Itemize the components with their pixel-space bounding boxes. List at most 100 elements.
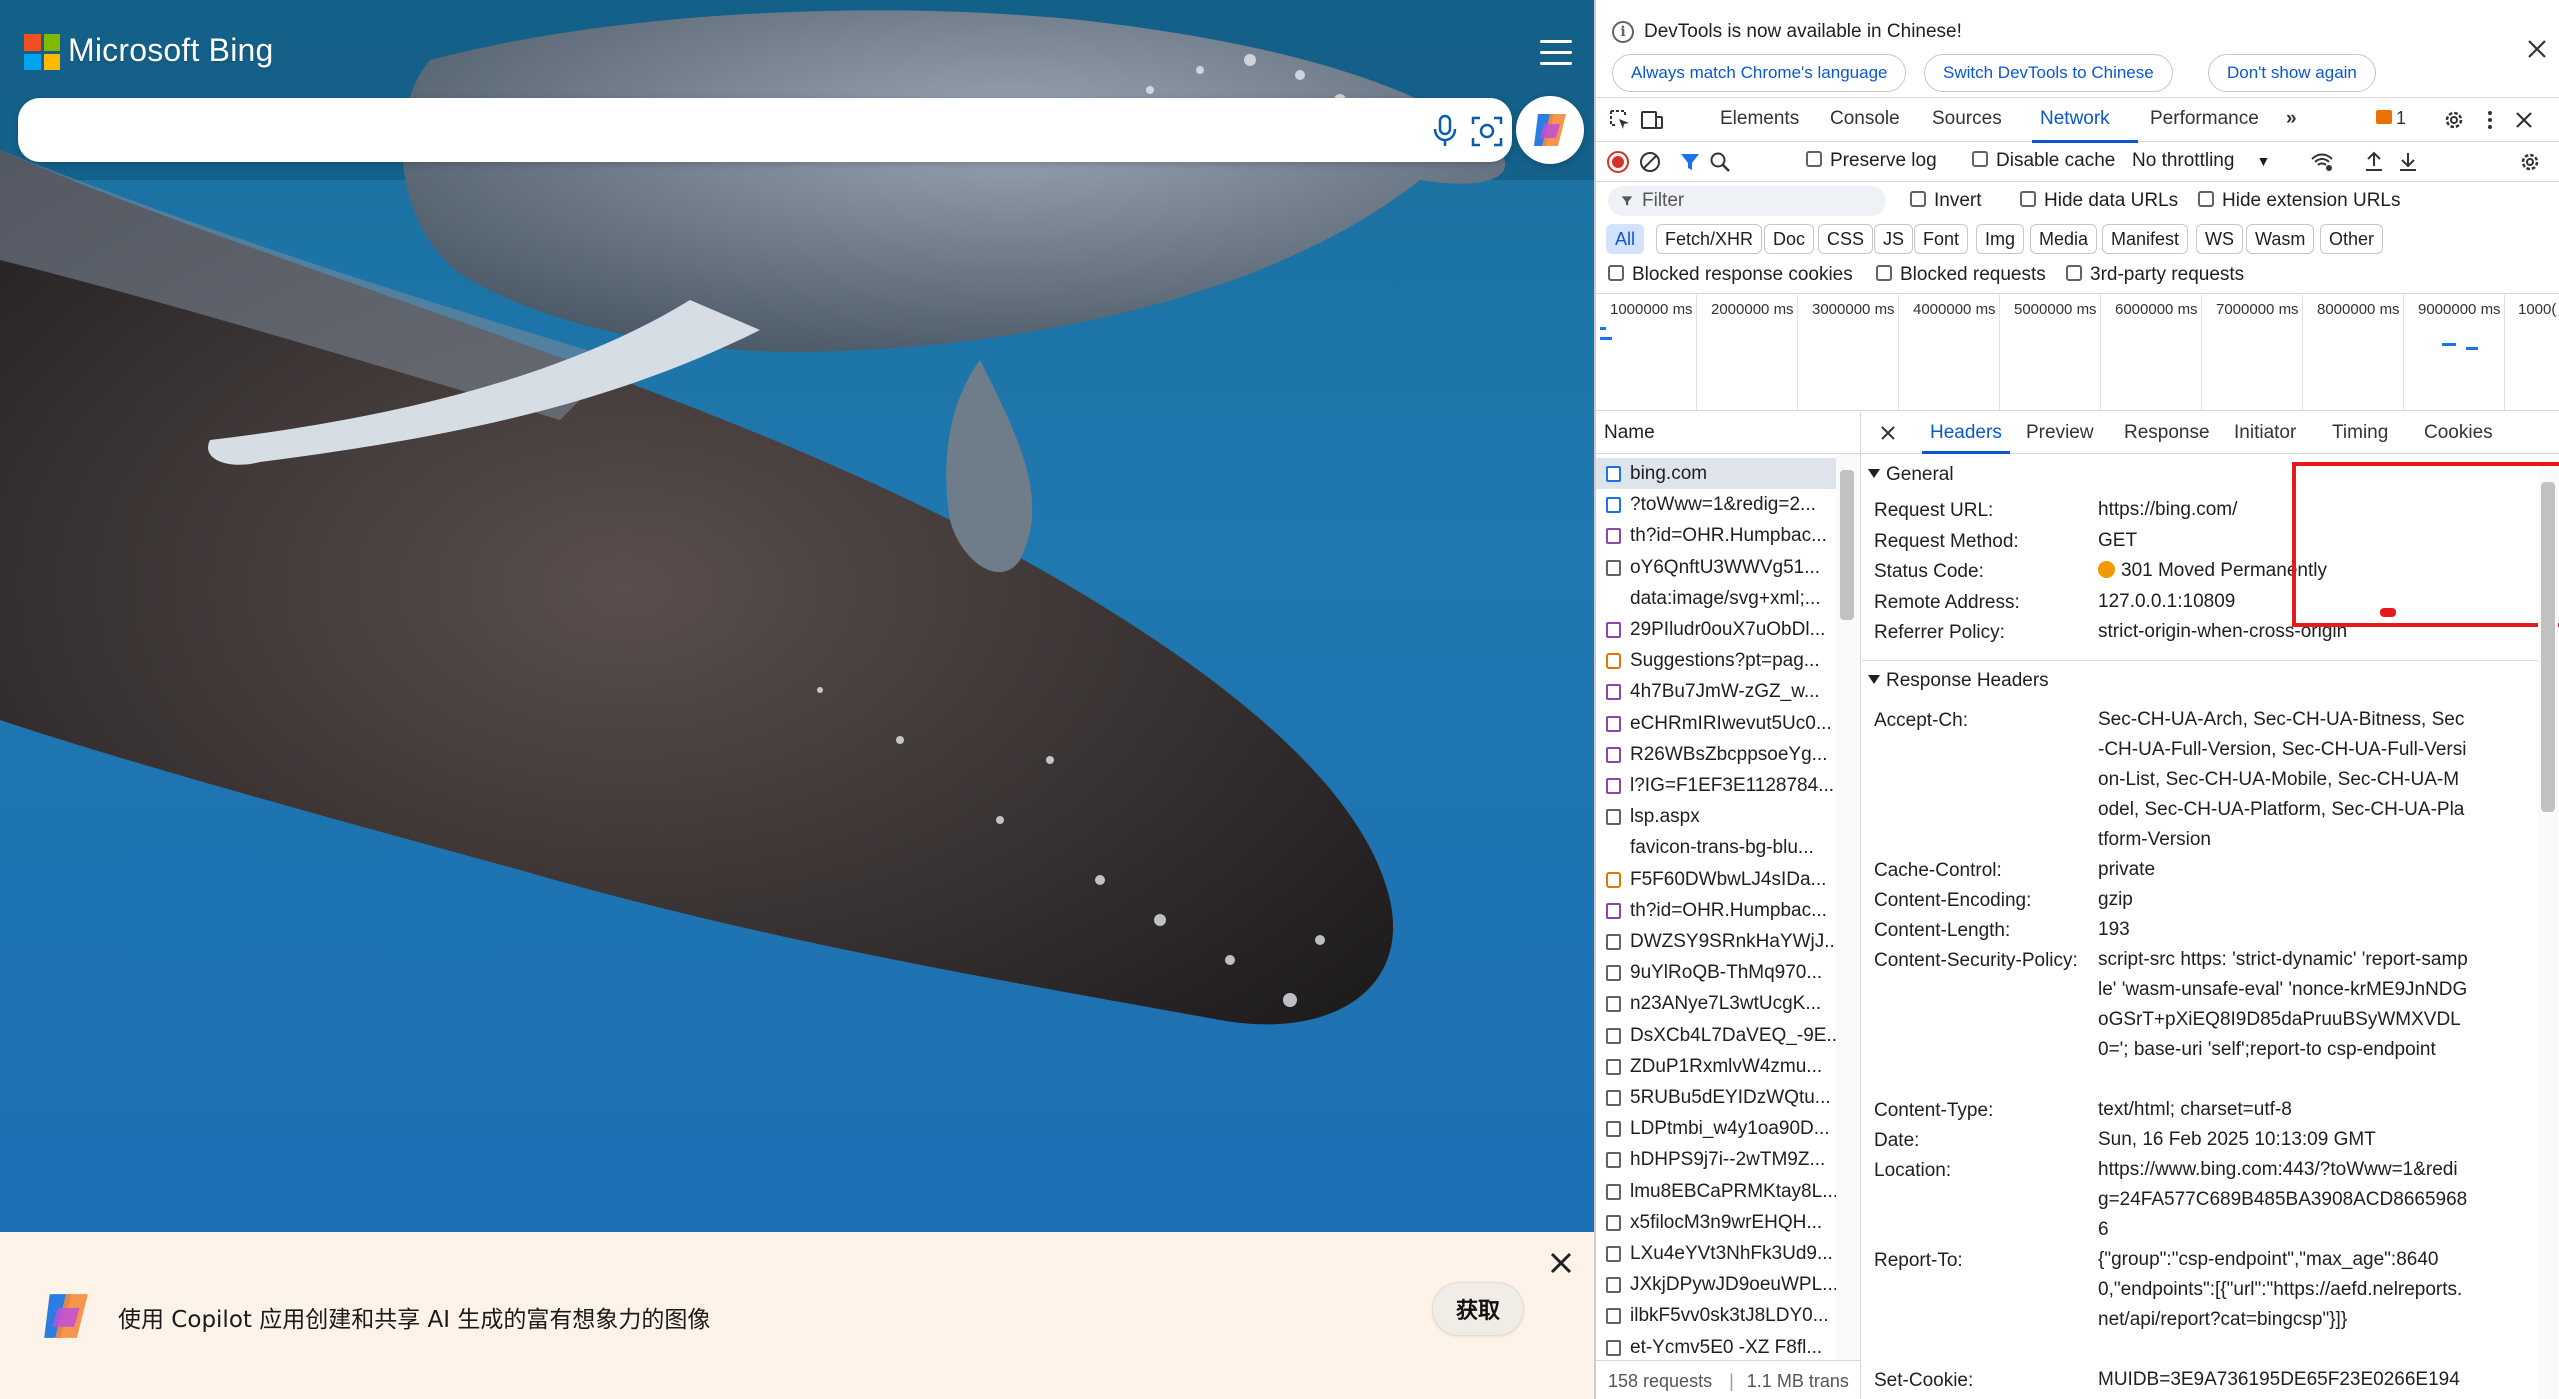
tab-performance[interactable]: Performance [2150, 108, 2259, 130]
request-row[interactable]: th?id=OHR.Humpbac... [1596, 895, 1836, 926]
request-row[interactable]: lsp.aspx [1596, 801, 1836, 832]
tab-console[interactable]: Console [1830, 108, 1900, 130]
tab-network[interactable]: Network [2040, 108, 2110, 130]
details-scroll-thumb[interactable] [2541, 482, 2555, 812]
record-stop-icon[interactable] [1606, 150, 1630, 174]
request-list-scroll-thumb[interactable] [1840, 470, 1854, 620]
more-tabs-chevron-icon[interactable]: » [2286, 108, 2297, 130]
request-row[interactable]: 9uYlRoQB-ThMq970... [1596, 957, 1836, 988]
close-icon[interactable] [1548, 1250, 1574, 1276]
close-details-icon[interactable] [1880, 425, 1896, 441]
dont-show-again-button[interactable]: Don't show again [2208, 54, 2376, 92]
import-har-icon[interactable] [2362, 150, 2386, 174]
request-row[interactable]: l?IG=F1EF3E1128784... [1596, 770, 1836, 801]
issues-flag-icon[interactable] [2376, 110, 2392, 124]
filter-input[interactable]: Filter [1608, 186, 1886, 216]
request-row[interactable]: 4h7Bu7JmW-zGZ_w... [1596, 676, 1836, 707]
type-filter-all[interactable]: All [1606, 224, 1645, 254]
disable-cache-checkbox[interactable]: Disable cache [1972, 150, 2115, 172]
tab-timing[interactable]: Timing [2332, 422, 2388, 444]
type-filter-media[interactable]: Media [2030, 224, 2098, 254]
name-column-header[interactable]: Name [1596, 412, 1860, 454]
always-match-language-button[interactable]: Always match Chrome's language [1612, 54, 1907, 92]
request-row[interactable]: 29PIludr0ouX7uObDl... [1596, 614, 1836, 645]
menu-hamburger-icon[interactable] [1540, 40, 1572, 66]
request-row[interactable]: LDPtmbi_w4y1oa90D... [1596, 1113, 1836, 1144]
inspect-element-icon[interactable] [1608, 108, 1632, 132]
general-section-toggle[interactable]: General [1868, 464, 1954, 486]
close-icon[interactable] [2526, 38, 2548, 60]
type-filter-img[interactable]: Img [1976, 224, 2025, 254]
visual-search-icon[interactable] [1470, 114, 1504, 148]
copilot-button[interactable] [1516, 96, 1584, 164]
search-icon[interactable] [1708, 150, 1732, 174]
blocked-response-cookies-checkbox[interactable]: Blocked response cookies [1608, 264, 1853, 286]
tab-initiator[interactable]: Initiator [2234, 422, 2296, 444]
clear-icon[interactable] [1638, 150, 1662, 174]
type-filter-doc[interactable]: Doc [1764, 224, 1815, 254]
request-row[interactable]: th?id=OHR.Humpbac... [1596, 520, 1836, 551]
request-row[interactable]: DWZSY9SRnkHaYWjJ... [1596, 926, 1836, 957]
type-filter-font[interactable]: Font [1914, 224, 1969, 254]
image-icon [1606, 778, 1621, 794]
type-filter-js[interactable]: JS [1874, 224, 1914, 254]
type-filter-manifest[interactable]: Manifest [2102, 224, 2189, 254]
response-headers-section-toggle[interactable]: Response Headers [1868, 670, 2049, 692]
device-toolbar-icon[interactable] [1640, 108, 1664, 132]
switch-to-chinese-button[interactable]: Switch DevTools to Chinese [1924, 54, 2173, 92]
network-overview-timeline[interactable]: 1000000 ms 2000000 ms 3000000 ms 4000000… [1596, 295, 2559, 411]
type-filter-fetch-xhr[interactable]: Fetch/XHR [1656, 224, 1763, 254]
type-filter-wasm[interactable]: Wasm [2246, 224, 2315, 254]
type-filter-other[interactable]: Other [2320, 224, 2384, 254]
request-row[interactable]: ?toWww=1&redig=2... [1596, 489, 1836, 520]
tab-sources[interactable]: Sources [1932, 108, 2002, 130]
export-har-icon[interactable] [2396, 150, 2420, 174]
hide-extension-urls-checkbox[interactable]: Hide extension URLs [2198, 190, 2400, 212]
request-row[interactable]: LXu4eYVt3NhFk3Ud9... [1596, 1238, 1836, 1269]
request-row[interactable]: ZDuP1RxmlvW4zmu... [1596, 1051, 1836, 1082]
request-row[interactable]: hDHPS9j7i--2wTM9Z... [1596, 1144, 1836, 1175]
tab-cookies[interactable]: Cookies [2424, 422, 2493, 444]
search-box[interactable] [18, 98, 1512, 162]
request-row[interactable]: favicon-trans-bg-blu... [1596, 832, 1836, 863]
invert-checkbox[interactable]: Invert [1910, 190, 1982, 212]
issues-count[interactable]: 1 [2396, 108, 2406, 129]
request-row[interactable]: oY6QnftU3WWVg51... [1596, 552, 1836, 583]
file-icon [1606, 591, 1621, 607]
filter-funnel-icon[interactable] [1678, 150, 1702, 174]
close-devtools-icon[interactable] [2512, 108, 2536, 132]
request-row[interactable]: F5F60DWbwLJ4sIDa... [1596, 864, 1836, 895]
tab-headers[interactable]: Headers [1930, 422, 2002, 444]
request-row[interactable]: R26WBsZbcppsoeYg... [1596, 739, 1836, 770]
network-settings-gear-icon[interactable] [2518, 150, 2542, 174]
promo-get-button[interactable]: 获取 [1432, 1282, 1524, 1336]
request-row[interactable]: lmu8EBCaPRMKtay8L... [1596, 1176, 1836, 1207]
request-row[interactable]: Suggestions?pt=pag... [1596, 645, 1836, 676]
tab-response[interactable]: Response [2124, 422, 2210, 444]
request-row[interactable]: x5filocM3n9wrEHQH... [1596, 1207, 1836, 1238]
request-row[interactable]: eCHRmIRIwevut5Uc0... [1596, 708, 1836, 739]
request-row[interactable]: JXkjDPywJD9oeuWPL... [1596, 1269, 1836, 1300]
request-row[interactable]: n23ANye7L3wtUcgK... [1596, 988, 1836, 1019]
request-row[interactable]: bing.com [1596, 458, 1836, 489]
more-options-kebab-icon[interactable] [2478, 108, 2502, 132]
hide-data-urls-checkbox[interactable]: Hide data URLs [2020, 190, 2178, 212]
request-row[interactable]: ilbkF5vv0sk3tJ8LDY0... [1596, 1300, 1836, 1331]
throttling-select[interactable]: No throttling ▼ [2132, 150, 2270, 172]
tab-preview[interactable]: Preview [2026, 422, 2094, 444]
settings-gear-icon[interactable] [2442, 108, 2466, 132]
request-row[interactable]: 5RUBu5dEYIDzWQtu... [1596, 1082, 1836, 1113]
request-row[interactable]: data:image/svg+xml;... [1596, 583, 1836, 614]
type-filter-css[interactable]: CSS [1818, 224, 1874, 254]
third-party-requests-checkbox[interactable]: 3rd-party requests [2066, 264, 2244, 286]
request-row[interactable]: et-Ycmv5E0 -XZ F8fl... [1596, 1332, 1836, 1363]
tab-elements[interactable]: Elements [1720, 108, 1799, 130]
network-conditions-wifi-icon[interactable] [2310, 150, 2334, 174]
request-row[interactable]: DsXCb4L7DaVEQ_-9E... [1596, 1020, 1836, 1051]
microphone-icon[interactable] [1430, 114, 1460, 148]
blocked-requests-checkbox[interactable]: Blocked requests [1876, 264, 2046, 286]
bing-brand[interactable]: Microsoft Bing [68, 32, 274, 69]
type-filter-ws[interactable]: WS [2196, 224, 2243, 254]
preserve-log-checkbox[interactable]: Preserve log [1806, 150, 1937, 172]
search-input[interactable] [42, 110, 1402, 150]
